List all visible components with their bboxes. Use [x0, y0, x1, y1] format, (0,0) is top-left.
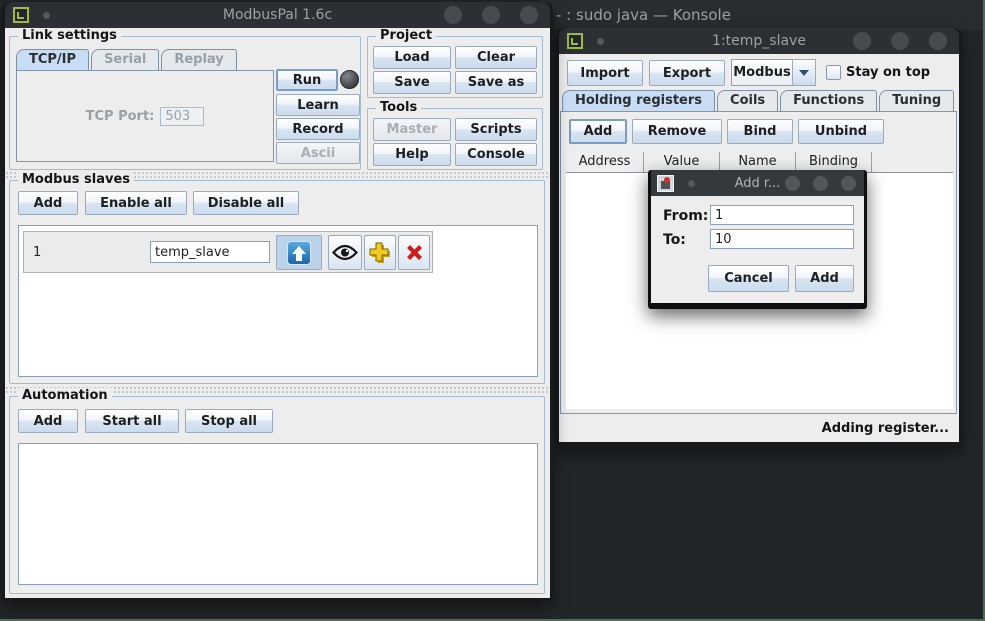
slave-id: 1: [33, 245, 41, 260]
register-bind-button[interactable]: Bind: [727, 119, 793, 144]
eye-icon: [332, 244, 358, 261]
delete-x-icon: [404, 242, 425, 263]
project-title: Project: [376, 28, 436, 43]
register-add-button[interactable]: Add: [569, 119, 627, 144]
slave-enable-toggle[interactable]: [276, 235, 322, 270]
close-button[interactable]: [841, 176, 856, 191]
import-button[interactable]: Import: [567, 60, 643, 86]
app-icon: [657, 175, 674, 192]
tab-serial[interactable]: Serial: [91, 49, 159, 70]
modbuspal-titlebar[interactable]: ModbusPal 1.6c: [5, 2, 550, 28]
save-as-button[interactable]: Save as: [455, 71, 537, 94]
column-header-empty: [872, 152, 953, 172]
modbuspal-window: ModbusPal 1.6c Link settings TCP/IP Seri…: [2, 2, 553, 601]
enable-all-button[interactable]: Enable all: [85, 191, 187, 215]
close-button[interactable]: [929, 32, 947, 50]
ascii-button: Ascii: [276, 142, 360, 164]
save-button[interactable]: Save: [373, 71, 451, 94]
tcp-port-input[interactable]: [160, 107, 204, 126]
automation-add-button[interactable]: Add: [18, 409, 78, 433]
window-menu-icon[interactable]: [567, 33, 583, 49]
temp-slave-titlebar[interactable]: 1:temp_slave: [559, 28, 959, 54]
link-settings-group: Link settings TCP/IP Serial Replay TCP P…: [9, 36, 361, 170]
slave-name-input[interactable]: [150, 241, 270, 263]
column-header-binding[interactable]: Binding: [796, 152, 872, 172]
tcp-port-label: TCP Port:: [86, 109, 155, 124]
stay-on-top-label: Stay on top: [846, 65, 930, 80]
slave-add-button[interactable]: Add: [18, 191, 78, 215]
tab-holding-registers[interactable]: Holding registers: [562, 90, 715, 111]
minimize-button[interactable]: [853, 32, 871, 50]
slave-list: 1: [18, 225, 538, 377]
konsole-titlebar: - : sudo java — Konsole: [540, 0, 983, 30]
project-group: Project Load Clear Save Save as: [367, 36, 543, 98]
status-text: Adding register...: [822, 421, 949, 436]
maximize-button[interactable]: [813, 176, 828, 191]
stop-all-button[interactable]: Stop all: [185, 409, 273, 433]
pin-dot-icon: [688, 180, 695, 187]
maximize-button[interactable]: [891, 32, 909, 50]
export-button[interactable]: Export: [649, 60, 725, 86]
help-button[interactable]: Help: [373, 143, 451, 166]
to-label: To:: [663, 232, 686, 248]
column-header-address[interactable]: Address: [566, 152, 644, 172]
slave-add-automation-button[interactable]: [364, 235, 396, 270]
minimize-button[interactable]: [444, 6, 462, 24]
slave-view-button[interactable]: [328, 235, 362, 270]
clear-button[interactable]: Clear: [455, 46, 537, 69]
console-button[interactable]: Console: [455, 143, 537, 166]
pin-dot-icon: [597, 38, 604, 45]
slave-row[interactable]: 1: [23, 231, 433, 273]
column-header-value[interactable]: Value: [644, 152, 720, 172]
modbus-slaves-title: Modbus slaves: [18, 172, 134, 187]
stay-on-top-checkbox[interactable]: [826, 65, 841, 80]
maximize-button[interactable]: [482, 6, 500, 24]
tab-replay[interactable]: Replay: [161, 49, 236, 70]
learn-button[interactable]: Learn: [276, 94, 360, 116]
link-settings-title: Link settings: [18, 28, 121, 43]
dialog-add-button[interactable]: Add: [795, 265, 854, 292]
tcpip-panel: TCP Port:: [16, 70, 274, 162]
record-button[interactable]: Record: [276, 118, 360, 140]
minimize-button[interactable]: [785, 176, 800, 191]
window-menu-icon[interactable]: [13, 7, 29, 23]
add-registers-dialog: Add r... From: To: Cancel Add: [648, 170, 867, 309]
register-remove-button[interactable]: Remove: [632, 119, 722, 144]
enable-arrow-icon: [287, 241, 311, 265]
automation-group: Automation Add Start all Stop all: [9, 396, 545, 594]
from-label: From:: [663, 208, 708, 224]
konsole-title: - : sudo java — Konsole: [540, 6, 731, 24]
master-button: Master: [373, 118, 451, 141]
tab-tuning[interactable]: Tuning: [879, 90, 954, 111]
tab-tcpip[interactable]: TCP/IP: [16, 49, 89, 70]
scripts-button[interactable]: Scripts: [455, 118, 537, 141]
column-header-name[interactable]: Name: [720, 152, 796, 172]
run-led-indicator: [340, 70, 359, 89]
to-input[interactable]: [710, 229, 854, 249]
close-button[interactable]: [520, 6, 538, 24]
tools-title: Tools: [376, 100, 421, 115]
protocol-combobox[interactable]: Modbus: [731, 59, 793, 86]
modbus-slaves-group: Modbus slaves Add Enable all Disable all…: [9, 180, 545, 384]
tab-functions[interactable]: Functions: [780, 90, 877, 111]
automation-title: Automation: [18, 388, 112, 403]
tools-group: Tools Master Scripts Help Console: [367, 108, 543, 170]
register-unbind-button[interactable]: Unbind: [798, 119, 884, 144]
dialog-titlebar[interactable]: Add r...: [651, 170, 864, 196]
plus-icon: [369, 242, 391, 264]
slave-delete-button[interactable]: [398, 235, 430, 270]
load-button[interactable]: Load: [373, 46, 451, 69]
status-bar: Adding register...: [559, 414, 959, 442]
pin-dot-icon: [43, 12, 50, 19]
start-all-button[interactable]: Start all: [85, 409, 179, 433]
disable-all-button[interactable]: Disable all: [193, 191, 299, 215]
tab-coils[interactable]: Coils: [717, 90, 778, 111]
run-button[interactable]: Run: [276, 69, 338, 91]
automation-list: [18, 443, 538, 585]
from-input[interactable]: [710, 205, 854, 225]
combobox-arrow-icon[interactable]: [792, 59, 816, 86]
dialog-cancel-button[interactable]: Cancel: [708, 265, 789, 292]
